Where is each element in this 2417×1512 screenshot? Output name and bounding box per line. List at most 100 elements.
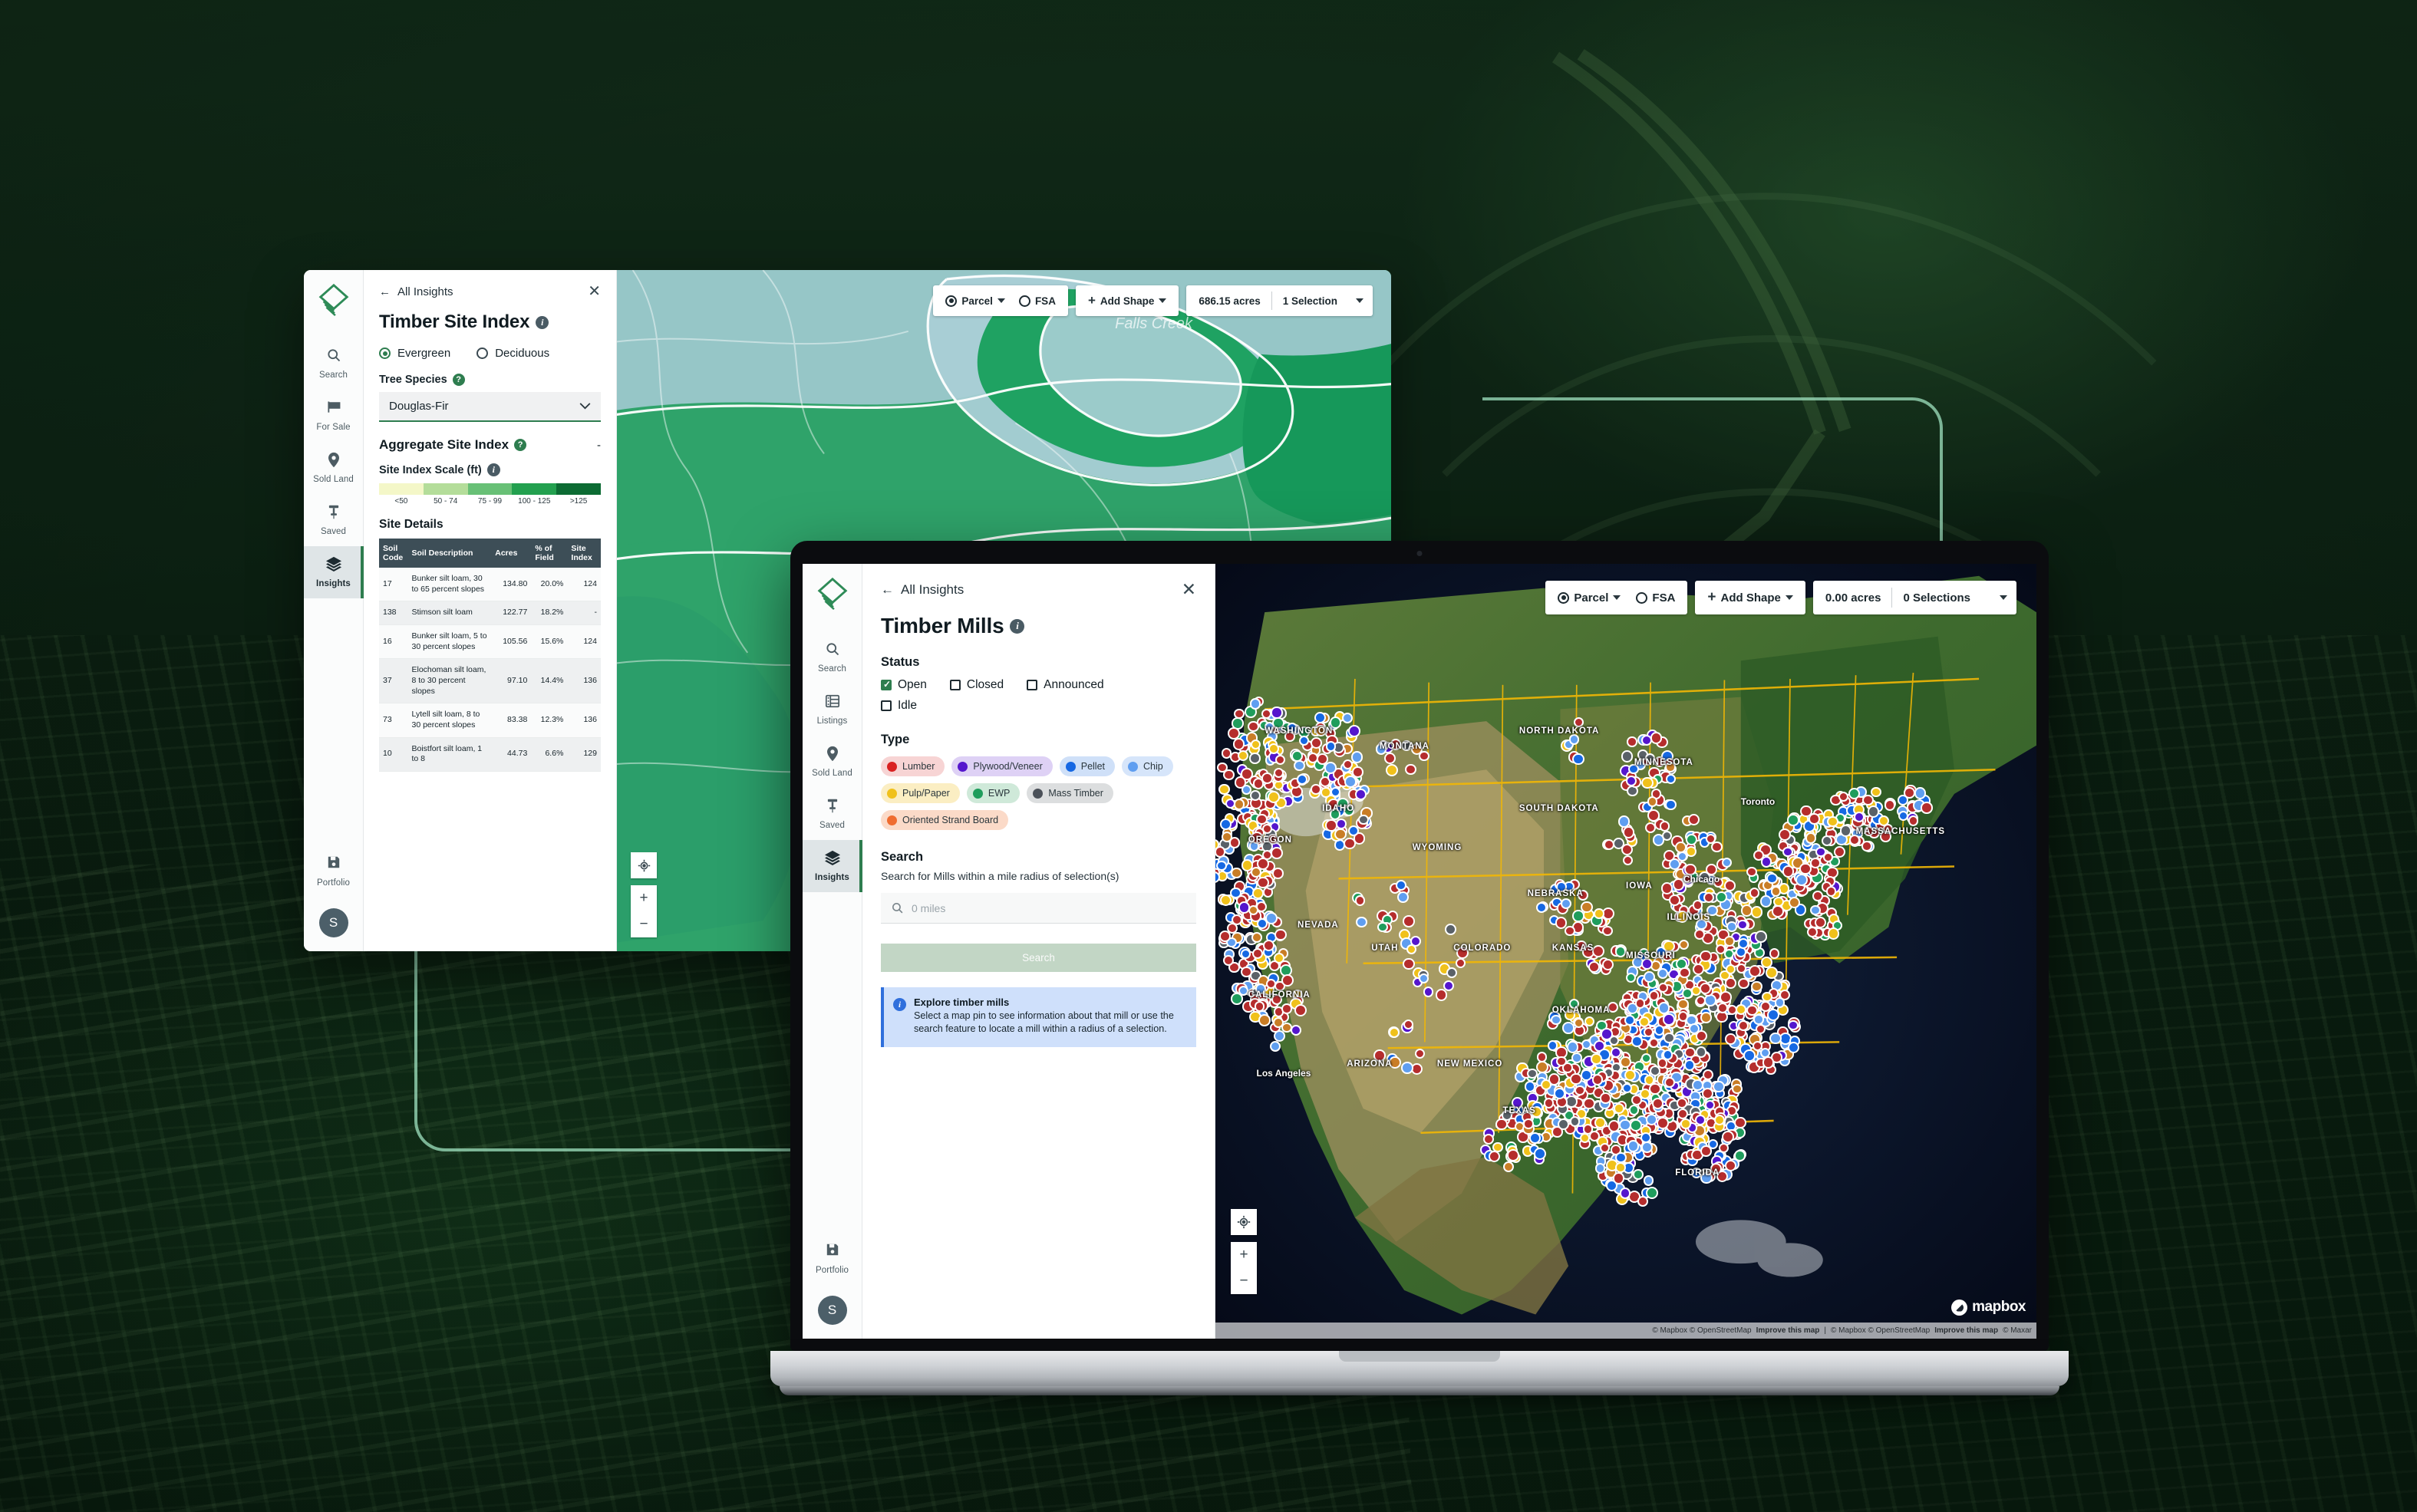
mill-pin[interactable] bbox=[1249, 790, 1261, 802]
mill-pin[interactable] bbox=[1406, 944, 1416, 954]
mill-pin[interactable] bbox=[1543, 1098, 1555, 1108]
mill-pin[interactable] bbox=[1591, 1053, 1602, 1065]
mill-pin[interactable] bbox=[1788, 1020, 1799, 1031]
mill-pin[interactable] bbox=[1723, 880, 1736, 892]
mill-pin[interactable] bbox=[1527, 1068, 1538, 1079]
mill-pin[interactable] bbox=[1643, 1175, 1654, 1186]
mill-pin[interactable] bbox=[1648, 990, 1659, 1001]
mill-pin[interactable] bbox=[1232, 738, 1245, 750]
mill-pin[interactable] bbox=[1810, 858, 1821, 868]
mill-pin[interactable] bbox=[1275, 755, 1286, 766]
mill-pin[interactable] bbox=[1662, 830, 1673, 841]
mill-pin[interactable] bbox=[1712, 1080, 1725, 1093]
info-icon[interactable]: i bbox=[1010, 618, 1025, 634]
table-row[interactable]: 17 Bunker silt loam, 30 to 65 percent sl… bbox=[379, 568, 601, 601]
mill-pin[interactable] bbox=[1414, 1049, 1426, 1059]
mill-pin[interactable] bbox=[1647, 796, 1658, 807]
mill-pin[interactable] bbox=[1233, 708, 1245, 720]
mill-pin[interactable] bbox=[1746, 866, 1757, 878]
mill-pin[interactable] bbox=[1884, 799, 1896, 812]
mill-pin[interactable] bbox=[1692, 900, 1703, 911]
mill-pin[interactable] bbox=[1418, 973, 1429, 984]
mill-pin[interactable] bbox=[1773, 896, 1784, 908]
avatar[interactable]: S bbox=[318, 908, 348, 937]
sidebar-item-saved[interactable]: Saved bbox=[304, 494, 364, 546]
mill-pin[interactable] bbox=[1767, 1009, 1780, 1022]
mill-pin[interactable] bbox=[1732, 1083, 1743, 1094]
mill-pin[interactable] bbox=[1511, 1096, 1523, 1108]
timber-mills-map[interactable]: WASHINGTON MONTANA NORTH DAKOTA MINNESOTA ID… bbox=[1215, 564, 2036, 1339]
mill-pin[interactable] bbox=[1271, 707, 1283, 719]
sidebar-item-saved[interactable]: Saved bbox=[803, 788, 862, 840]
type-chip[interactable]: Oriented Strand Board bbox=[881, 810, 1009, 830]
mill-pin[interactable] bbox=[1700, 1012, 1712, 1023]
mill-pin[interactable] bbox=[1695, 995, 1706, 1006]
mill-pin[interactable] bbox=[1565, 925, 1575, 936]
radio-evergreen[interactable]: Evergreen bbox=[379, 347, 450, 360]
sidebar-item-listings[interactable]: Listings bbox=[803, 684, 862, 736]
mill-pin[interactable] bbox=[1904, 787, 1915, 799]
zoom-in-button[interactable]: + bbox=[1231, 1242, 1257, 1268]
checkbox-closed[interactable]: Closed bbox=[949, 678, 1004, 692]
mill-pin[interactable] bbox=[1724, 936, 1735, 947]
sidebar-item-portfolio[interactable]: Portfolio bbox=[803, 1233, 862, 1285]
mill-pin[interactable] bbox=[1238, 749, 1249, 761]
mill-pin[interactable] bbox=[1646, 1186, 1658, 1199]
mill-pin[interactable] bbox=[1257, 876, 1269, 889]
mill-pin[interactable] bbox=[1825, 886, 1836, 897]
zoom-in-button[interactable]: + bbox=[631, 885, 657, 911]
mill-pin[interactable] bbox=[1726, 964, 1736, 974]
checkbox-announced[interactable]: Announced bbox=[1027, 678, 1104, 692]
radius-search-field[interactable]: 0 miles bbox=[881, 893, 1196, 924]
mill-pin[interactable] bbox=[1311, 784, 1321, 795]
mill-pin[interactable] bbox=[1740, 904, 1753, 917]
mill-pin[interactable] bbox=[1625, 776, 1637, 787]
mill-pin[interactable] bbox=[1599, 1142, 1610, 1154]
mill-pin[interactable] bbox=[1344, 837, 1357, 850]
mill-pin[interactable] bbox=[1258, 1014, 1271, 1026]
locate-button[interactable] bbox=[631, 852, 657, 878]
mill-pin[interactable] bbox=[1701, 1088, 1713, 1100]
mill-pin[interactable] bbox=[1613, 1172, 1625, 1184]
mill-pin[interactable] bbox=[1724, 977, 1736, 990]
mill-pin[interactable] bbox=[1385, 763, 1398, 776]
mill-pin[interactable] bbox=[1419, 750, 1429, 762]
mill-pin[interactable] bbox=[1631, 1036, 1644, 1047]
sidebar-item-sold-land[interactable]: Sold Land bbox=[304, 442, 364, 494]
mill-pin[interactable] bbox=[1722, 1131, 1735, 1144]
mill-pin[interactable] bbox=[1644, 822, 1656, 833]
mill-pin[interactable] bbox=[1628, 763, 1639, 775]
mill-pin[interactable] bbox=[1867, 805, 1880, 818]
mill-pin[interactable] bbox=[1687, 813, 1700, 825]
mill-pin[interactable] bbox=[1637, 1196, 1648, 1207]
mill-pin[interactable] bbox=[1281, 974, 1294, 987]
mill-pin[interactable] bbox=[1251, 931, 1262, 943]
mill-pin[interactable] bbox=[1389, 1056, 1402, 1069]
mill-pin[interactable] bbox=[1787, 814, 1799, 826]
mill-pin[interactable] bbox=[1627, 1140, 1640, 1152]
mill-pin[interactable] bbox=[1251, 948, 1263, 960]
mill-pin[interactable] bbox=[1286, 722, 1298, 733]
mill-pin[interactable] bbox=[1588, 961, 1600, 973]
sidebar-item-sold-land[interactable]: Sold Land bbox=[803, 736, 862, 788]
mill-pin[interactable] bbox=[1290, 1025, 1301, 1036]
parcel-toggle[interactable]: Parcel bbox=[1555, 591, 1624, 604]
close-icon[interactable]: ✕ bbox=[1182, 581, 1196, 598]
mill-pin[interactable] bbox=[1629, 1119, 1642, 1132]
mill-pin[interactable] bbox=[1766, 872, 1778, 884]
mill-pin[interactable] bbox=[1643, 970, 1655, 983]
checkbox-idle[interactable]: Idle bbox=[881, 699, 1196, 713]
mill-pin[interactable] bbox=[1330, 787, 1340, 798]
mill-pin[interactable] bbox=[1685, 834, 1697, 846]
mill-pin[interactable] bbox=[1621, 750, 1633, 763]
mill-pin[interactable] bbox=[1769, 1032, 1782, 1045]
mill-pin[interactable] bbox=[1535, 901, 1548, 913]
mill-pin[interactable] bbox=[1622, 855, 1633, 865]
mill-pin[interactable] bbox=[1828, 927, 1840, 940]
mill-pin[interactable] bbox=[1560, 898, 1571, 909]
mill-pin[interactable] bbox=[1755, 1023, 1766, 1035]
info-icon[interactable]: i bbox=[486, 463, 500, 476]
mill-pin[interactable] bbox=[1294, 1004, 1307, 1017]
mill-pin[interactable] bbox=[1568, 998, 1579, 1010]
mill-pin[interactable] bbox=[1769, 948, 1780, 960]
